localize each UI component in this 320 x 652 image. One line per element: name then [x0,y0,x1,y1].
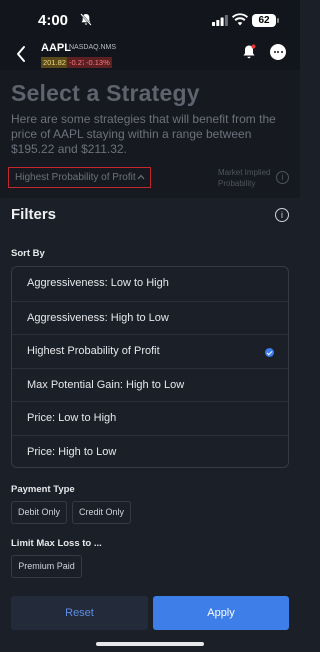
credit-only-chip[interactable]: Credit Only [72,501,131,524]
home-indicator[interactable] [96,642,204,646]
status-bar: 4:00 62 [0,0,300,40]
sort-option-price-low-high[interactable]: Price: Low to High [12,401,288,435]
bell-off-icon [80,13,92,26]
filters-title: Filters [11,206,57,223]
checkmark-circle-icon [265,348,274,357]
reset-button[interactable]: Reset [11,596,148,630]
quote-header: AAPL NASDAQ.NMS 201.82 -0.27 -0.13% [0,40,300,70]
signal-icon [212,15,228,26]
sort-options-list: Aggressiveness: Low to High Aggressivene… [11,266,289,468]
filters-info-icon[interactable]: i [275,208,289,222]
sort-dropdown-trigger[interactable]: Highest Probability of Profit [8,167,151,188]
filters-sheet: Filters i Sort By Aggressiveness: Low to… [0,198,300,630]
sort-option-price-high-low[interactable]: Price: High to Low [12,434,288,469]
wifi-icon [232,13,248,26]
implied-info-icon[interactable]: i [276,171,289,184]
home-bar [0,630,300,652]
more-options-icon[interactable] [270,44,286,60]
sort-trigger-label: Highest Probability of Profit [15,172,136,183]
page-description: Here are some strategies that will benef… [11,112,276,156]
sort-option-highest-probability[interactable]: Highest Probability of Profit [12,334,288,368]
page-title: Select a Strategy [11,80,200,106]
back-chevron-icon[interactable] [14,44,28,64]
premium-paid-chip[interactable]: Premium Paid [11,555,82,578]
sort-option-max-gain[interactable]: Max Potential Gain: High to Low [12,367,288,402]
sort-option-aggressiveness-low-high[interactable]: Aggressiveness: Low to High [12,267,288,301]
status-time: 4:00 [38,12,69,29]
exchange-label: NASDAQ.NMS [69,44,117,51]
apply-button[interactable]: Apply [153,596,289,630]
alert-bell-icon[interactable] [242,44,256,60]
ticker-symbol: AAPL [41,42,71,54]
last-price: 201.82 [41,57,68,68]
payment-type-label: Payment Type [11,484,75,495]
battery-indicator: 62 [252,14,279,27]
strategy-page-backdrop: Select a Strategy Here are some strategi… [0,70,300,198]
limit-max-loss-label: Limit Max Loss to ... [11,538,102,549]
sort-option-aggressiveness-high-low[interactable]: Aggressiveness: High to Low [12,300,288,335]
chevron-up-icon [137,174,145,180]
debit-only-chip[interactable]: Debit Only [11,501,67,524]
sort-by-label: Sort By [11,248,45,259]
market-implied-probability-label: Market Implied Probability [218,168,271,188]
price-change-percent: -0.13% [84,57,112,68]
